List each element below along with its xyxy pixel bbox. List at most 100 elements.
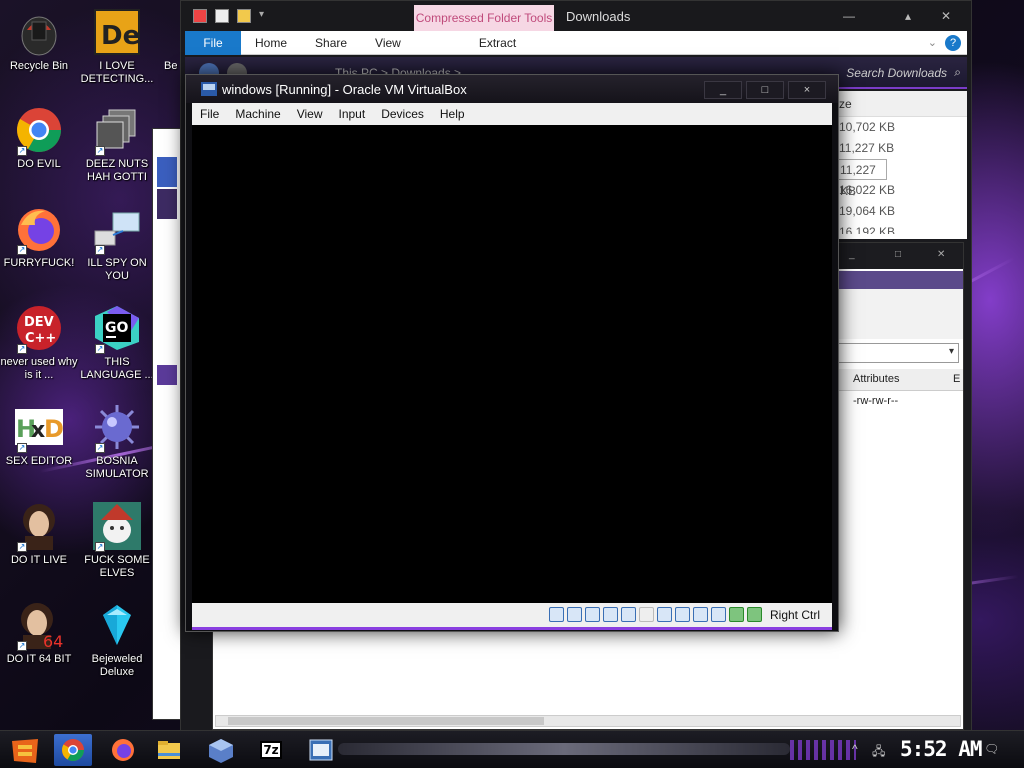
checkmark-icon[interactable] [215, 9, 229, 23]
properties-dropdown[interactable]: ▾ [837, 343, 959, 363]
chevron-up-icon[interactable]: ▴ [905, 9, 911, 23]
guest-additions-icon[interactable] [729, 607, 744, 622]
help-icon[interactable]: ? [945, 34, 961, 51]
network-tray-icon[interactable]: 🖧 [872, 742, 885, 763]
menu-help[interactable]: Help [432, 107, 473, 121]
notification-icon[interactable]: 🗨 [984, 742, 999, 756]
taskbar-clock[interactable]: 5:52 AM [900, 737, 983, 761]
start-button-icon[interactable] [10, 737, 40, 765]
maximize-button[interactable]: □ [746, 81, 784, 99]
search-input[interactable]: Search Downloads [846, 66, 947, 80]
file-size-cell-selected[interactable]: 11,227 KB [835, 159, 887, 198]
explorer-titlebar[interactable]: ▾ Compressed Folder Tools Downloads — ▴ … [181, 1, 971, 31]
desktop-icon-goland[interactable]: GO ↗ THIS LANGUAGE ... [78, 304, 156, 382]
hxd-icon: HxD ↗ [15, 403, 64, 453]
host-key-label: Right Ctrl [769, 608, 820, 622]
menu-file[interactable]: File [192, 107, 227, 121]
network-icon: ↗ [93, 205, 141, 255]
file-size-cell[interactable]: 19,064 KB [835, 201, 967, 222]
search-icon[interactable]: ⌕ [954, 65, 961, 80]
detect-it-easy-icon: De [93, 8, 141, 56]
elf-icon: ↗ [93, 502, 141, 552]
file-size-cell[interactable]: 10,702 KB [835, 117, 967, 138]
new-folder-icon[interactable] [237, 9, 251, 23]
close-button[interactable]: ✕ [941, 9, 951, 23]
shortcut-arrow-icon: ↗ [95, 344, 105, 354]
virtualbox-window[interactable]: windows [Running] - Oracle VM VirtualBox… [185, 74, 839, 632]
taskbar-file-explorer[interactable] [150, 734, 188, 766]
taskbar-virtualbox[interactable] [202, 734, 240, 766]
taskbar-app[interactable] [302, 734, 340, 766]
desktop-icon-recycle-bin[interactable]: Recycle Bin [0, 8, 78, 73]
maximize-button[interactable]: □ [895, 249, 901, 260]
video-capture-icon[interactable] [675, 607, 690, 622]
menu-machine[interactable]: Machine [227, 107, 288, 121]
virtualbox-titlebar[interactable]: windows [Running] - Oracle VM VirtualBox… [186, 75, 838, 103]
desktop-icon-chrome[interactable]: ↗ DO EVIL [0, 106, 78, 171]
chevron-up-icon[interactable]: ^ [852, 742, 858, 756]
partial-desktop-label: Be [164, 60, 178, 72]
shared-folder-icon[interactable] [639, 607, 654, 622]
scrollbar-thumb[interactable] [228, 717, 544, 725]
minimize-button[interactable]: _ [704, 81, 742, 99]
shortcut-arrow-icon: ↗ [95, 146, 105, 156]
folder-icon [158, 741, 180, 759]
audio-icon[interactable] [585, 607, 600, 622]
desktop-icon-detect-it-easy[interactable]: De I LOVE DETECTING... [78, 8, 156, 86]
vm-display[interactable] [192, 125, 832, 603]
desktop-icon-do-it-live[interactable]: ↗ DO IT LIVE [0, 502, 78, 567]
file-size-cell[interactable]: 16,192 KB [835, 222, 967, 234]
shortcut-arrow-icon: ↗ [17, 443, 27, 453]
desktop-icon-fuck-some-elves[interactable]: ↗ FUCK SOME ELVES [78, 502, 156, 580]
display-icon[interactable] [657, 607, 672, 622]
desktop-icon-firefox[interactable]: ↗ FURRYFUCK! [0, 205, 78, 270]
mouse-integration-icon[interactable] [711, 607, 726, 622]
minimize-button[interactable]: — [843, 9, 855, 23]
usb-icon[interactable] [621, 607, 636, 622]
file-size-cell[interactable]: 16,022 KB [835, 180, 967, 201]
menu-devices[interactable]: Devices [373, 107, 432, 121]
desktop-icon-bosnia-simulator[interactable]: ↗ BOSNIA SIMULATOR [78, 403, 156, 481]
desktop-icon-ill-spy[interactable]: ↗ ILL SPY ON YOU [78, 205, 156, 283]
compressed-folder-tools-tab[interactable]: Compressed Folder Tools [414, 5, 554, 31]
horizontal-scrollbar[interactable] [215, 715, 961, 727]
host-key-icon[interactable] [747, 607, 762, 622]
tab-home[interactable]: Home [241, 31, 301, 55]
stack-icon: ↗ [93, 106, 141, 156]
desktop-icon-do-it-64-bit[interactable]: 64 ↗ DO IT 64 BIT [0, 601, 78, 666]
menu-view[interactable]: View [289, 107, 331, 121]
close-button[interactable]: × [788, 81, 826, 99]
desktop-icon-devcpp[interactable]: DEV C++ ↗ never used why is it ... [0, 304, 78, 382]
network-icon[interactable] [603, 607, 618, 622]
ribbon-tabs: File Home Share View Extract ⌄ ? [185, 30, 967, 55]
chevron-down-icon[interactable]: ▾ [259, 9, 264, 23]
tab-extract[interactable]: Extract [465, 31, 530, 55]
optical-drive-icon[interactable] [567, 607, 582, 622]
tab-file[interactable]: File [185, 30, 241, 55]
attributes-column-header[interactable]: Attributes [853, 373, 899, 385]
chrome-icon [62, 739, 84, 761]
minimize-button[interactable]: _ [849, 249, 855, 260]
taskbar-chrome[interactable] [54, 734, 92, 766]
properties-icon[interactable] [193, 9, 207, 23]
goland-icon: GO ↗ [93, 304, 141, 354]
size-column-header[interactable]: ze [835, 91, 967, 117]
desktop-icon-hxd[interactable]: HxD ↗ SEX EDITOR [0, 403, 78, 468]
extra-column-header[interactable]: E [953, 373, 960, 385]
desktop-icon-bejeweled[interactable]: Bejeweled Deluxe [78, 601, 156, 679]
menu-input[interactable]: Input [331, 107, 374, 121]
window-app-icon [309, 739, 333, 761]
tab-view[interactable]: View [361, 31, 415, 55]
taskbar-firefox[interactable] [104, 734, 142, 766]
taskbar-7zip[interactable]: 7z [252, 734, 290, 766]
tab-share[interactable]: Share [301, 31, 361, 55]
chevron-down-icon[interactable]: ⌄ [928, 36, 945, 49]
close-button[interactable]: ✕ [937, 249, 945, 260]
desktop-icon-deez-nuts[interactable]: ↗ DEEZ NUTS HAH GOTTI [78, 106, 156, 184]
processor-icon[interactable] [693, 607, 708, 622]
quick-access-toolbar: ▾ [193, 9, 264, 23]
svg-text:De: De [101, 21, 140, 51]
hard-disk-icon[interactable] [549, 607, 564, 622]
file-size-cell[interactable]: 11,227 KB [835, 138, 967, 159]
window-strip [157, 157, 177, 187]
